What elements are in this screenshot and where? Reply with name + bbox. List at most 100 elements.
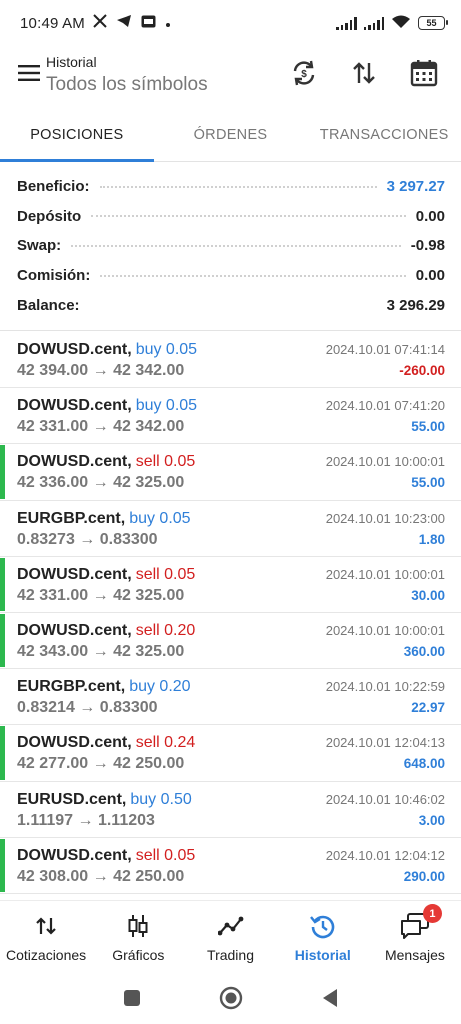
- trade-symbol: DOWUSD.cent: [17, 397, 128, 415]
- trade-prices: 0.83273 → 0.83300: [17, 530, 158, 548]
- trade-row[interactable]: EURGBP.cent, buy 0.05 2024.10.01 10:23:00 …: [0, 501, 461, 557]
- separator: ,: [127, 565, 132, 583]
- trade-time: 2024.10.01 10:00:01: [325, 566, 445, 582]
- summary-row-deposito: Depósito 0.00: [0, 202, 461, 232]
- trade-prices: 42 277.00 → 42 250.00: [17, 755, 185, 773]
- summary-panel: Beneficio: 3 297.27 Depósito 0.00 Swap: …: [0, 172, 461, 320]
- trade-row[interactable]: DOWUSD.cent, buy 0.05 2024.10.01 07:41:20 …: [0, 388, 461, 445]
- nav-label: Gráficos: [112, 947, 165, 963]
- nav-label: Cotizaciones: [6, 947, 87, 963]
- summary-row-balance: Balance: 3 296.29: [0, 290, 461, 320]
- trade-profit: 290.00: [403, 868, 445, 884]
- sim-icon: [141, 15, 156, 32]
- battery-level: 55: [426, 18, 437, 28]
- separator: ,: [120, 678, 126, 696]
- summary-label: Beneficio:: [17, 178, 90, 196]
- nav-label: Mensajes: [384, 947, 445, 963]
- quotes-icon: [35, 916, 57, 939]
- dot-leader: [91, 215, 406, 218]
- trade-profit: 648.00: [403, 756, 445, 772]
- svg-text:$: $: [301, 69, 307, 80]
- trade-symbol: EURGBP.cent: [17, 509, 121, 527]
- trade-symbol: EURGBP.cent: [17, 678, 121, 696]
- trade-side: buy 0.05: [135, 397, 198, 415]
- nav-mensajes[interactable]: 1 Mensajes: [369, 901, 461, 976]
- summary-label: Balance:: [17, 296, 80, 314]
- status-bar: 10:49 AM 55: [0, 0, 461, 46]
- trade-row[interactable]: EURUSD.cent, buy 0.50 2024.10.01 10:46:02 …: [0, 782, 461, 838]
- back-button[interactable]: [321, 988, 339, 1013]
- separator: ,: [127, 734, 132, 752]
- trade-side: buy 0.05: [129, 509, 191, 527]
- nav-cotizaciones[interactable]: Cotizaciones: [0, 901, 92, 976]
- nav-label: Trading: [207, 947, 254, 963]
- trading-icon: [217, 916, 244, 939]
- charts-icon: [126, 914, 150, 941]
- symbol-filter[interactable]: Todos los símbolos: [46, 74, 208, 96]
- trade-profit: 55.00: [411, 419, 445, 435]
- tab-posiciones[interactable]: POSICIONES: [0, 108, 154, 162]
- calendar-button[interactable]: [401, 52, 447, 98]
- recents-button[interactable]: [123, 989, 141, 1012]
- summary-label: Swap:: [17, 237, 62, 255]
- summary-value: 0.00: [415, 207, 445, 225]
- trade-symbol: DOWUSD.cent: [17, 621, 128, 639]
- trade-prices: 42 331.00 → 42 325.00: [17, 586, 185, 604]
- trade-prices: 0.83214 → 0.83300: [17, 699, 158, 717]
- tab-ordenes[interactable]: ÓRDENES: [154, 108, 308, 161]
- trade-row[interactable]: EURGBP.cent, buy 0.20 2024.10.01 10:22:59 …: [0, 669, 461, 726]
- trade-side: sell 0.24: [135, 734, 196, 752]
- trade-symbol: EURUSD.cent: [17, 790, 122, 808]
- sync-button[interactable]: $: [281, 52, 327, 98]
- trade-row[interactable]: DOWUSD.cent, sell 0.24 2024.10.01 12:04:13…: [0, 725, 461, 782]
- nav-trading[interactable]: Trading: [184, 901, 276, 976]
- separator: ,: [127, 397, 132, 415]
- summary-value: 3 296.29: [386, 296, 445, 314]
- nav-historial[interactable]: Historial: [277, 901, 369, 976]
- telegram-icon: [116, 14, 132, 32]
- separator: ,: [121, 790, 127, 808]
- trade-side: sell 0.05: [135, 453, 196, 471]
- summary-row-swap: Swap: -0.98: [0, 231, 461, 261]
- trade-side: buy 0.50: [130, 790, 192, 808]
- trade-prices: 42 308.00 → 42 250.00: [17, 867, 185, 885]
- summary-row-beneficio: Beneficio: 3 297.27: [0, 172, 461, 202]
- trade-side: sell 0.05: [135, 846, 196, 864]
- separator: ,: [127, 846, 132, 864]
- trade-row[interactable]: DOWUSD.cent, sell 0.05 2024.10.01 10:00:01…: [0, 444, 461, 501]
- page-title: Historial: [46, 54, 97, 70]
- sync-icon: $: [290, 59, 318, 92]
- trade-profit: 1.80: [418, 531, 445, 547]
- separator: ,: [120, 509, 126, 527]
- sort-icon: [351, 61, 377, 90]
- trade-prices: 1.11197 → 1.11203: [17, 811, 155, 829]
- trade-side: sell 0.20: [135, 621, 196, 639]
- trade-symbol: DOWUSD.cent: [17, 734, 128, 752]
- trade-profit: 55.00: [411, 475, 445, 491]
- trade-row[interactable]: DOWUSD.cent, sell 0.05 2024.10.01 10:00:01…: [0, 557, 461, 613]
- signal-icon: [336, 16, 357, 30]
- divider: [0, 330, 461, 331]
- trade-row[interactable]: DOWUSD.cent, buy 0.05 2024.10.01 07:41:14 …: [0, 332, 461, 389]
- home-button[interactable]: [219, 986, 243, 1015]
- trade-profit: 360.00: [403, 643, 445, 659]
- dot-leader: [71, 244, 401, 247]
- summary-label: Depósito: [17, 207, 82, 225]
- battery-icon: 55: [418, 16, 448, 30]
- trade-row[interactable]: DOWUSD.cent, sell 0.20 2024.10.01 10:00:01…: [0, 613, 461, 670]
- x-icon: [93, 14, 107, 32]
- separator: ,: [127, 621, 132, 639]
- nav-graficos[interactable]: Gráficos: [92, 901, 184, 976]
- history-tabs: POSICIONES ÓRDENES TRANSACCIONES: [0, 108, 461, 162]
- status-time: 10:49 AM: [20, 14, 85, 32]
- trade-row[interactable]: DOWUSD.cent, sell 0.05 2024.10.01 12:04:12…: [0, 838, 461, 894]
- trade-prices: 42 394.00 → 42 342.00: [17, 362, 185, 379]
- summary-value: -0.98: [410, 237, 445, 255]
- trade-profit: 30.00: [411, 587, 445, 603]
- trade-time: 2024.10.01 10:22:59: [325, 679, 445, 695]
- sort-button[interactable]: [341, 52, 387, 98]
- system-navigation: [0, 976, 461, 1024]
- trade-prices: 42 343.00 → 42 325.00: [17, 642, 185, 660]
- tab-transacciones[interactable]: TRANSACCIONES: [307, 108, 461, 161]
- trade-prices: 42 331.00 → 42 342.00: [17, 418, 185, 436]
